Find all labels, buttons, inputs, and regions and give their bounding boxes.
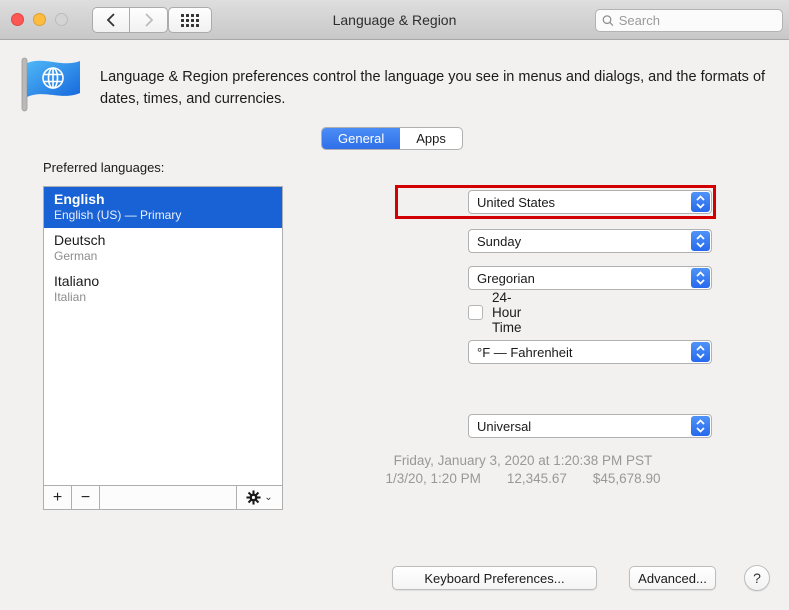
preview-short-date: 1/3/20, 1:20 PM <box>385 471 481 486</box>
language-actions-button[interactable]: ⌄ <box>236 486 282 509</box>
preview-currency: $45,678.90 <box>592 471 661 486</box>
forward-button-disabled <box>130 7 168 33</box>
list-item-english[interactable]: English English (US) — Primary <box>44 187 282 228</box>
temperature-dropdown[interactable]: °F — Fahrenheit <box>468 340 712 364</box>
calendar-value: Gregorian <box>477 270 535 286</box>
calendar-dropdown[interactable]: Gregorian <box>468 266 712 290</box>
language-name: Deutsch <box>54 232 106 248</box>
stepper-icon <box>691 416 710 436</box>
search-input[interactable] <box>618 13 776 28</box>
keyboard-preferences-button[interactable]: Keyboard Preferences... <box>392 566 597 590</box>
show-all-button[interactable] <box>168 7 212 33</box>
title-bar: Language & Region <box>0 0 789 40</box>
first-day-value: Sunday <box>477 233 522 249</box>
stepper-icon <box>691 192 710 212</box>
temperature-value: °F — Fahrenheit <box>477 344 573 360</box>
language-name: English <box>54 191 105 207</box>
stepper-icon <box>691 268 710 288</box>
languages-list: English English (US) — Primary Deutsch G… <box>43 186 283 485</box>
back-button[interactable] <box>92 7 130 33</box>
search-icon <box>602 15 614 26</box>
grid-icon <box>181 13 199 27</box>
list-sort-dropdown[interactable]: Universal <box>468 414 712 438</box>
help-button[interactable]: ? <box>744 565 770 591</box>
language-detail: Italian <box>54 290 87 304</box>
minimize-button[interactable] <box>33 13 46 26</box>
language-name: Italiano <box>54 273 100 289</box>
remove-language-button[interactable]: − <box>72 486 100 509</box>
close-button[interactable] <box>11 13 24 26</box>
language-detail: English (US) — Primary <box>54 208 182 222</box>
stepper-icon <box>691 342 710 362</box>
time-format-checkbox[interactable] <box>468 305 483 320</box>
time-format-checkbox-label: 24-Hour Time <box>492 290 522 335</box>
languages-list-toolbar: + − ⌄ <box>43 485 283 510</box>
gear-icon <box>246 490 261 505</box>
language-detail: German <box>54 249 98 263</box>
chevron-down-icon: ⌄ <box>264 492 273 503</box>
preview-long-date: Friday, January 3, 2020 at 1:20:38 PM PS… <box>393 453 653 468</box>
list-item-deutsch[interactable]: Deutsch German <box>44 228 282 269</box>
tab-bar: General Apps <box>321 127 463 150</box>
chevron-left-icon <box>106 13 115 27</box>
language-region-flag-icon <box>21 57 80 112</box>
language-region-window: Language & Region Language & Region pr <box>0 0 789 610</box>
first-day-dropdown[interactable]: Sunday <box>468 229 712 253</box>
list-sort-value: Universal <box>477 418 532 434</box>
chevron-right-icon <box>144 13 153 27</box>
zoom-button-disabled <box>55 13 68 26</box>
tab-general[interactable]: General <box>322 128 401 149</box>
add-language-button[interactable]: + <box>44 486 72 509</box>
format-preview: Friday, January 3, 2020 at 1:20:38 PM PS… <box>330 452 716 488</box>
list-item-italiano[interactable]: Italiano Italian <box>44 269 282 310</box>
region-value: United States <box>477 194 556 210</box>
tab-apps[interactable]: Apps <box>400 128 462 149</box>
preview-number: 12,345.67 <box>506 471 567 486</box>
toolbar-spacer <box>100 486 236 509</box>
region-dropdown[interactable]: United States <box>468 190 712 214</box>
search-field[interactable] <box>595 9 783 32</box>
preferred-languages-label: Preferred languages: <box>43 160 165 175</box>
advanced-button[interactable]: Advanced... <box>629 566 716 590</box>
preferences-description: Language & Region preferences control th… <box>100 69 766 107</box>
stepper-icon <box>691 231 710 251</box>
